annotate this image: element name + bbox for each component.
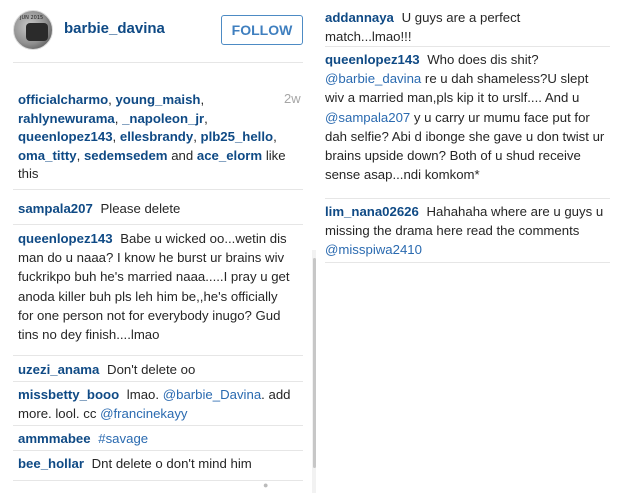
comment-text: lmao. — [126, 387, 160, 402]
like-user[interactable]: sedemsedem — [84, 148, 168, 163]
post-age: 2w — [284, 91, 301, 106]
like-user[interactable]: young_maish — [115, 92, 200, 107]
comment-text: Babe u wicked oo...wetin dis man do u na… — [18, 231, 290, 343]
comment-mention[interactable]: @barbie_davina — [325, 71, 421, 86]
like-user[interactable]: rahlynewurama — [18, 111, 115, 126]
comment-user[interactable]: queenlopez143 — [18, 231, 113, 246]
follow-button[interactable]: FOLLOW — [221, 15, 303, 45]
comment-divider — [325, 262, 610, 263]
like-user[interactable]: plb25_hello — [201, 129, 274, 144]
like-user[interactable]: queenlopez143 — [18, 129, 113, 144]
avatar-stamp: JUN 2015 — [20, 15, 44, 21]
avatar[interactable]: JUN 2015 — [13, 10, 53, 50]
comment: addannaya U guys are a perfect match...l… — [325, 8, 610, 46]
comment-mention[interactable]: @francinekayy — [100, 406, 187, 421]
comment-text: Please delete — [100, 201, 181, 216]
comment: lim_nana02626 Hahahaha where are u guys … — [325, 202, 610, 260]
like-user[interactable]: ellesbrandy — [120, 129, 193, 144]
likes-and: and — [171, 147, 194, 163]
comment: queenlopez143 Babe u wicked oo...wetin d… — [18, 229, 293, 344]
comment-divider — [325, 46, 610, 47]
comment-text: Don't delete oo — [107, 362, 196, 377]
likes-divider — [13, 189, 303, 190]
comment-divider — [13, 425, 303, 426]
like-user[interactable]: officialcharmo — [18, 92, 108, 107]
comment-hashtag[interactable]: #savage — [98, 431, 148, 446]
comment-user[interactable]: bee_hollar — [18, 456, 84, 471]
comment-divider — [13, 480, 303, 481]
header-divider — [13, 62, 303, 63]
comment-user[interactable]: lim_nana02626 — [325, 204, 419, 219]
comment-user[interactable]: ammmabee — [18, 431, 91, 446]
comment-mention[interactable]: @barbie_Davina — [163, 387, 261, 402]
comment-divider — [13, 381, 303, 382]
comment-divider — [13, 224, 303, 225]
comment: sampala207 Please delete — [18, 199, 293, 218]
like-user[interactable]: _napoleon_jr — [122, 111, 204, 126]
comment-user[interactable]: uzezi_anama — [18, 362, 99, 377]
like-user[interactable]: oma_titty — [18, 148, 77, 163]
comment-user[interactable]: sampala207 — [18, 201, 93, 216]
comment: queenlopez143 Who does dis shit? @barbie… — [325, 50, 610, 184]
comment-text: Who does dis shit? — [427, 52, 539, 67]
comment-text: Dnt delete o don't mind him — [91, 456, 252, 471]
comment: uzezi_anama Don't delete oo — [18, 360, 293, 379]
comment: bee_hollar Dnt delete o don't mind him — [18, 454, 293, 473]
post-panel: JUN 2015 barbie_davina FOLLOW officialch… — [0, 0, 312, 493]
like-user[interactable]: ace_elorm — [197, 148, 262, 163]
comment: missbetty_booo lmao. @barbie_Davina. add… — [18, 385, 293, 423]
comment-user[interactable]: queenlopez143 — [325, 52, 420, 67]
comment-divider — [13, 355, 303, 356]
comment-user[interactable]: missbetty_booo — [18, 387, 119, 402]
comment-divider — [325, 198, 610, 199]
more-icon[interactable]: ● — [263, 480, 268, 490]
comment: ammmabee #savage — [18, 429, 293, 448]
likes-list: officialcharmo, young_maish, rahlynewura… — [18, 92, 286, 181]
comment-mention[interactable]: @misspiwa2410 — [325, 242, 422, 257]
avatar-photo — [26, 23, 48, 41]
post-header: JUN 2015 barbie_davina FOLLOW — [0, 0, 312, 62]
comment-divider — [13, 450, 303, 451]
header-username[interactable]: barbie_davina — [64, 20, 165, 37]
comment-mention[interactable]: @sampala207 — [325, 110, 410, 125]
comment-user[interactable]: addannaya — [325, 10, 394, 25]
